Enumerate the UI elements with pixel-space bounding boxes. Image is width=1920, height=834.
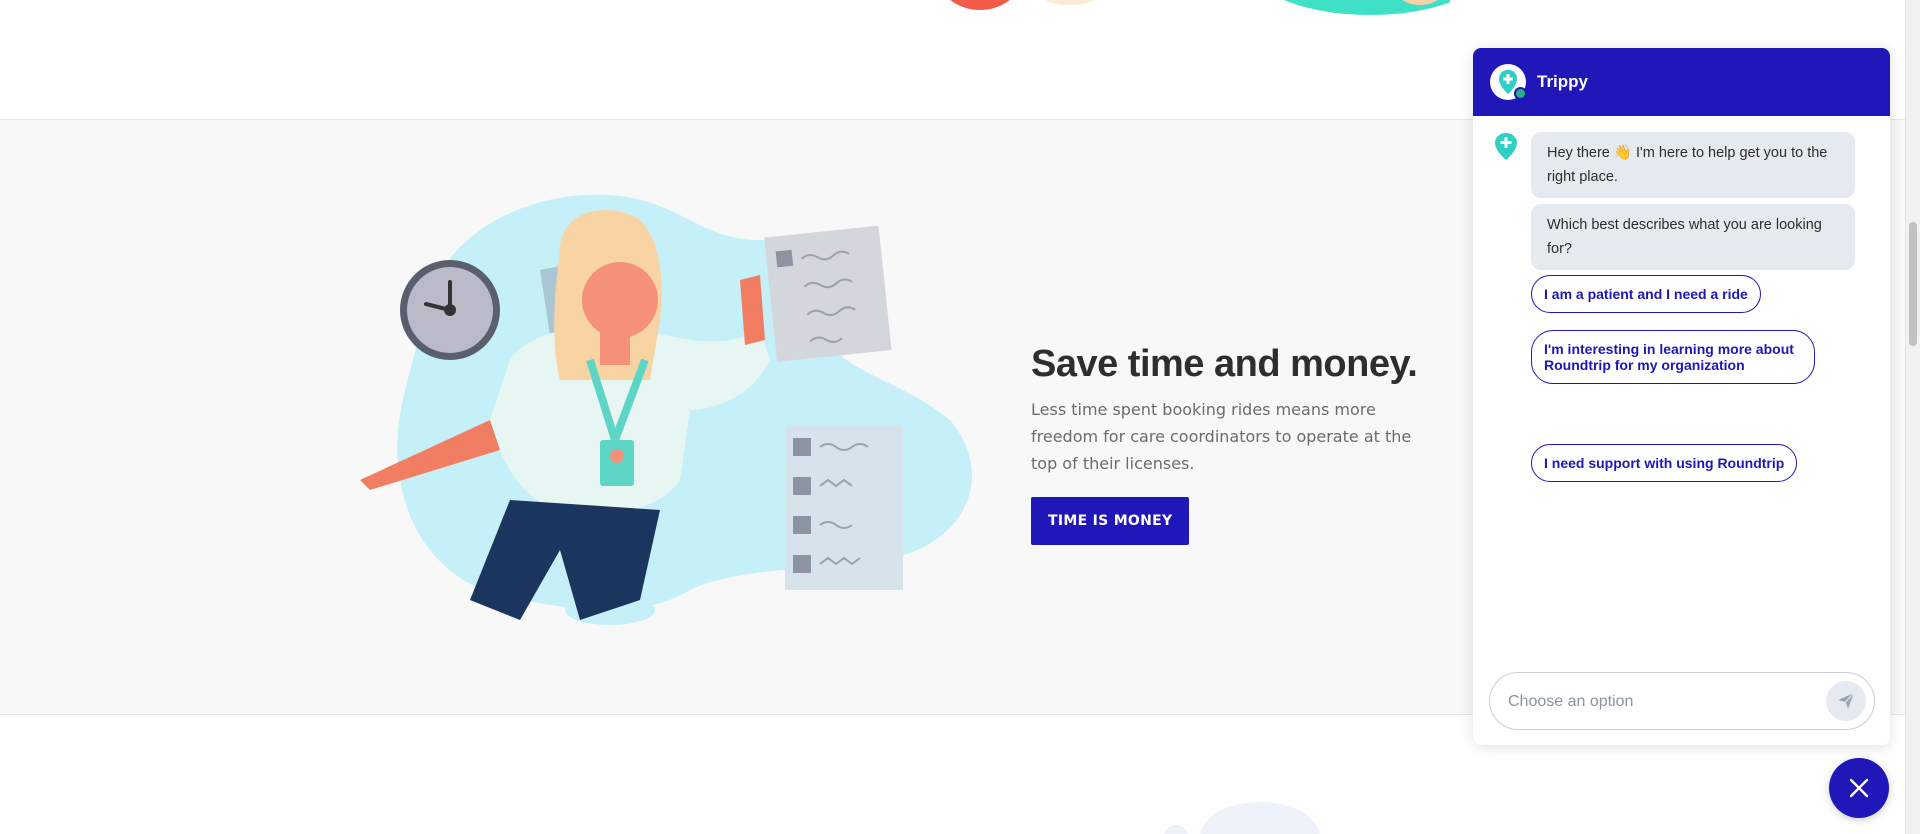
chat-header: Trippy [1473,48,1890,116]
decorative-shapes [950,0,1450,15]
chat-input-container [1489,672,1875,730]
decorative-blob [1164,802,1320,834]
care-coordinator-illustration [360,194,973,625]
hero-title: Save time and money. [1031,343,1418,385]
bot-pin-icon [1495,133,1517,160]
bot-message-greeting: Hey there 👋 I'm here to help get you to … [1531,132,1855,198]
online-status-dot [1514,87,1527,100]
paper-plane-icon [1838,692,1855,709]
send-button[interactable] [1826,681,1866,721]
bot-avatar [1490,64,1527,100]
hero-description: Less time spent booking rides means more… [1031,400,1412,473]
scroll-thumb[interactable] [1909,222,1917,346]
option-organization-info[interactable]: I'm interesting in learning more about R… [1531,330,1815,384]
hero-text-block: Save time and money. Less time spent boo… [1031,342,1431,545]
chat-widget: Trippy Hey there 👋 I'm here to help get … [1473,48,1890,745]
close-icon [1849,778,1869,798]
time-is-money-button[interactable]: TIME IS MONEY [1031,497,1190,545]
option-patient-ride[interactable]: I am a patient and I need a ride [1531,275,1761,313]
chat-messages: Hey there 👋 I'm here to help get you to … [1473,116,1890,676]
chat-input[interactable] [1506,685,1810,719]
close-chat-button[interactable] [1829,758,1889,818]
bot-message-question: Which best describes what you are lookin… [1531,204,1855,270]
chat-bot-name: Trippy [1537,72,1589,91]
option-support[interactable]: I need support with using Roundtrip [1531,444,1798,482]
page-scrollbar[interactable] [1905,0,1920,834]
